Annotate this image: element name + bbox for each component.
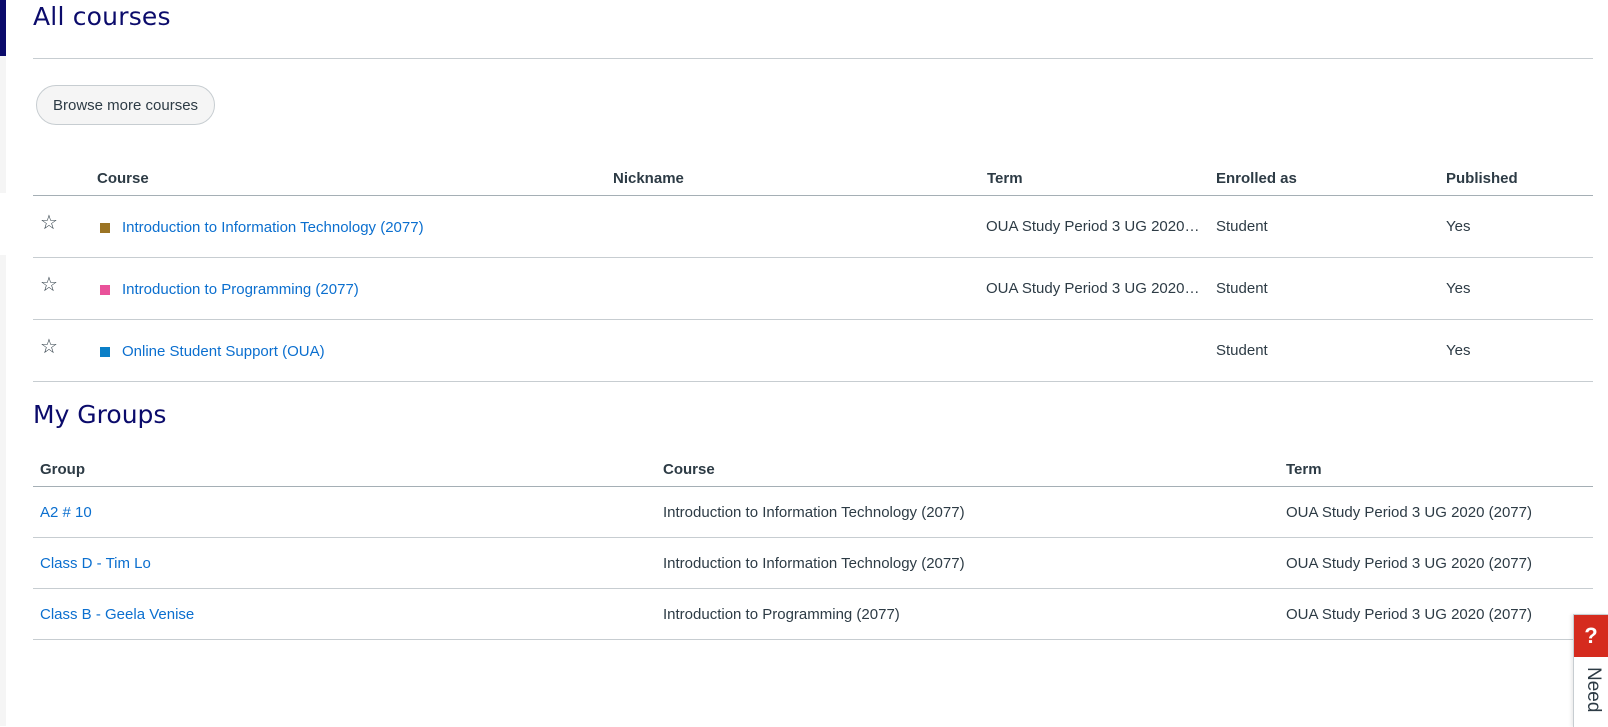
group-course: Introduction to Programming (2077) (663, 606, 900, 623)
groups-table-header: Group Course Term (33, 455, 1593, 487)
group-link[interactable]: A2 # 10 (40, 504, 92, 521)
column-header-nickname[interactable]: Nickname (613, 170, 684, 187)
left-nav-gap (0, 193, 6, 255)
course-enrolled-as: Student (1216, 218, 1268, 235)
course-published: Yes (1446, 342, 1471, 359)
group-term: OUA Study Period 3 UG 2020 (2077) (1286, 555, 1532, 572)
help-tab[interactable]: ? Need (1573, 614, 1608, 727)
left-nav-rail (0, 56, 6, 726)
star-outline-icon[interactable]: ☆ (39, 213, 59, 233)
group-link[interactable]: Class B - Geela Venise (40, 606, 194, 623)
course-published: Yes (1446, 218, 1471, 235)
group-row: Class B - Geela Venise Introduction to P… (33, 589, 1593, 640)
course-color-swatch (100, 223, 110, 233)
course-link[interactable]: Online Student Support (OUA) (122, 343, 325, 360)
column-header-group: Group (40, 461, 85, 478)
page-title: All courses (33, 2, 171, 31)
column-header-course: Course (663, 461, 715, 478)
group-course: Introduction to Information Technology (… (663, 504, 965, 521)
column-header-term[interactable]: Term (987, 170, 1023, 187)
group-row: A2 # 10 Introduction to Information Tech… (33, 487, 1593, 538)
course-enrolled-as: Student (1216, 280, 1268, 297)
courses-table: Course Nickname Term Enrolled as Publish… (33, 160, 1593, 382)
group-course: Introduction to Information Technology (… (663, 555, 965, 572)
column-header-course[interactable]: Course (97, 170, 149, 187)
course-published: Yes (1446, 280, 1471, 297)
groups-title: My Groups (33, 400, 167, 429)
star-outline-icon[interactable]: ☆ (39, 275, 59, 295)
column-header-enrolled-as[interactable]: Enrolled as (1216, 170, 1297, 187)
star-outline-icon[interactable]: ☆ (39, 337, 59, 357)
course-color-swatch (100, 347, 110, 357)
column-header-term: Term (1286, 461, 1322, 478)
group-term: OUA Study Period 3 UG 2020 (2077) (1286, 606, 1532, 623)
title-divider (33, 58, 1593, 59)
course-link[interactable]: Introduction to Information Technology (… (122, 219, 424, 236)
course-enrolled-as: Student (1216, 342, 1268, 359)
group-link[interactable]: Class D - Tim Lo (40, 555, 151, 572)
browse-more-courses-button[interactable]: Browse more courses (36, 85, 216, 125)
course-term: OUA Study Period 3 UG 2020 (2077) (986, 218, 1200, 235)
course-row: ☆ Online Student Support (OUA) Student Y… (33, 320, 1593, 382)
course-link[interactable]: Introduction to Programming (2077) (122, 281, 359, 298)
courses-table-header: Course Nickname Term Enrolled as Publish… (33, 160, 1593, 196)
course-row: ☆ Introduction to Programming (2077) OUA… (33, 258, 1593, 320)
course-color-swatch (100, 285, 110, 295)
course-term: OUA Study Period 3 UG 2020 (2077) (986, 280, 1200, 297)
group-row: Class D - Tim Lo Introduction to Informa… (33, 538, 1593, 589)
column-header-published[interactable]: Published (1446, 170, 1518, 187)
help-question-icon: ? (1574, 615, 1608, 657)
group-term: OUA Study Period 3 UG 2020 (2077) (1286, 504, 1532, 521)
nav-active-indicator (0, 0, 6, 56)
help-tab-label: Need (1583, 667, 1604, 713)
groups-table: Group Course Term A2 # 10 Introduction t… (33, 455, 1593, 640)
course-row: ☆ Introduction to Information Technology… (33, 196, 1593, 258)
